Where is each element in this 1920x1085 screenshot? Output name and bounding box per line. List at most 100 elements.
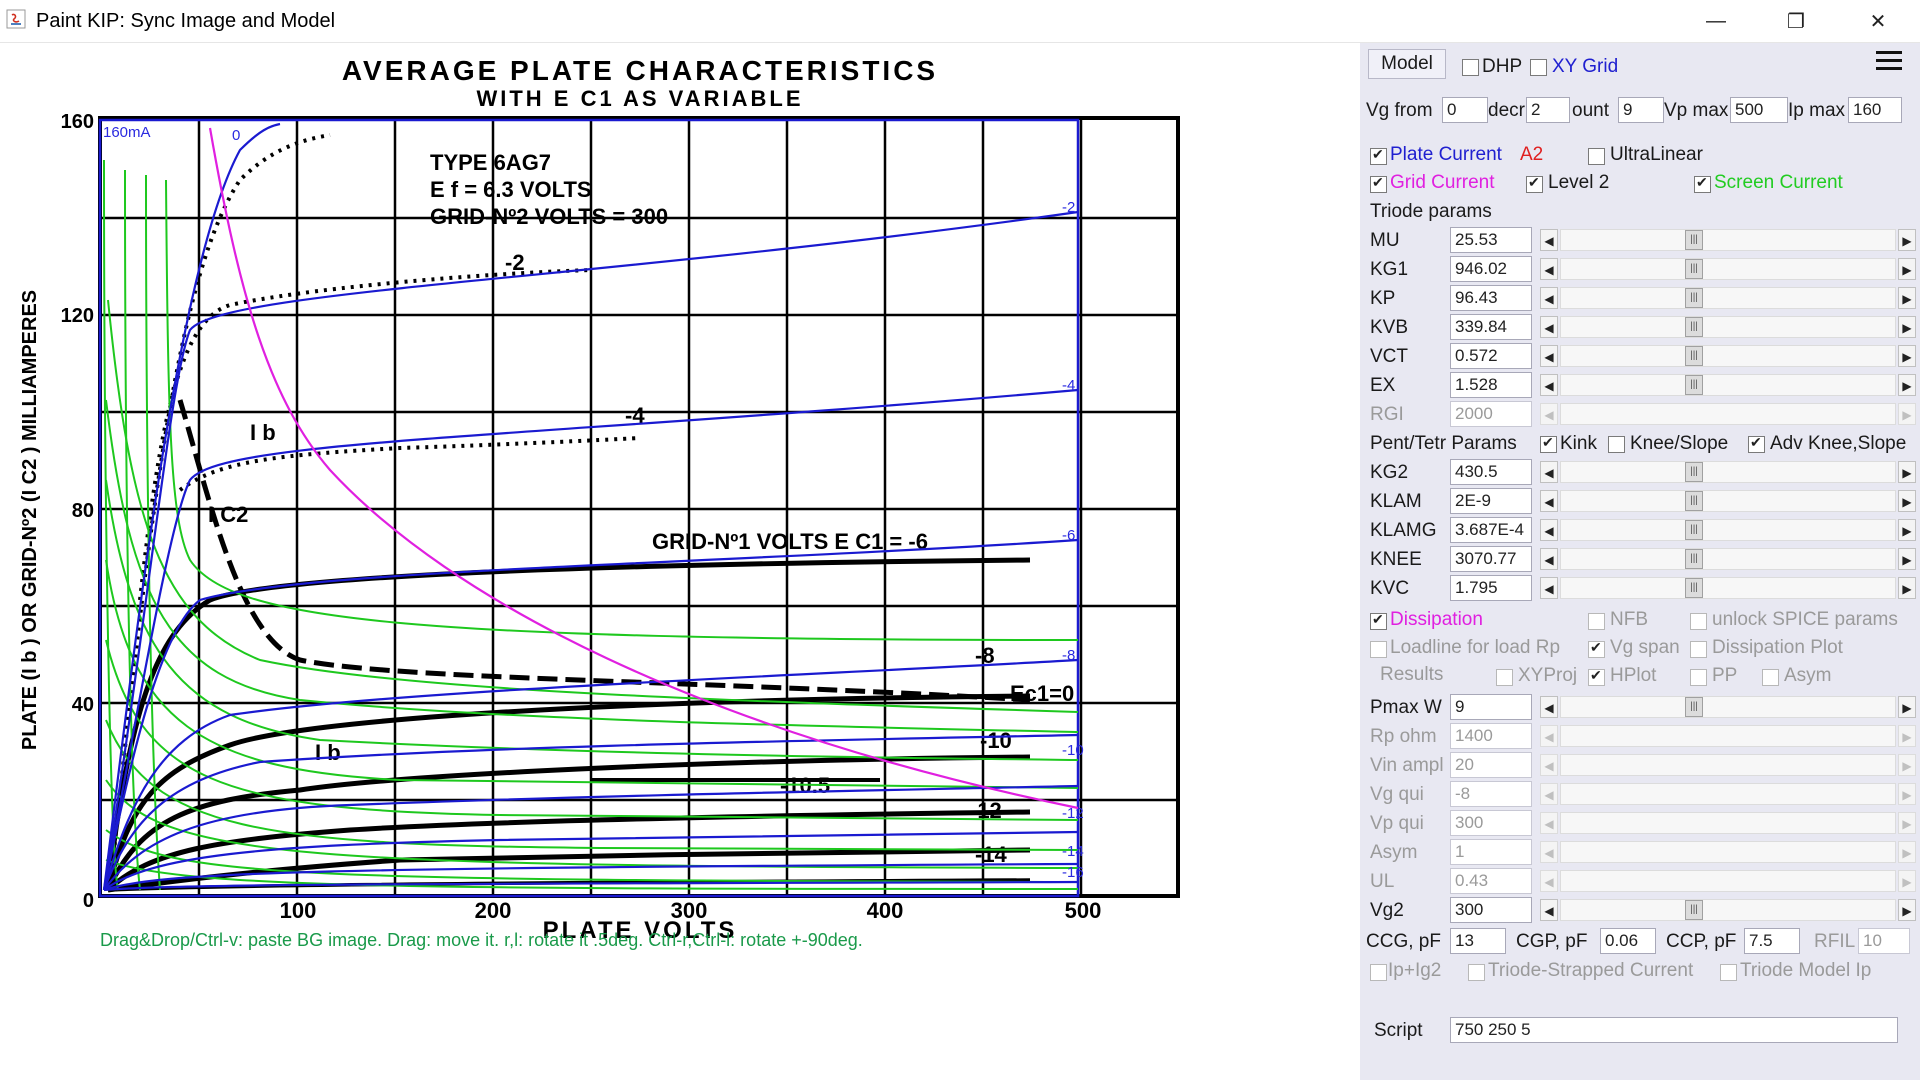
triode-params-heading: Triode params [1370, 201, 1492, 222]
chart-title: AVERAGE PLATE CHARACTERISTICS [342, 55, 938, 86]
cgp-field[interactable]: 0.06 [1600, 928, 1656, 954]
script-field[interactable]: 750 250 5 [1450, 1017, 1898, 1043]
loadline-checkbox[interactable] [1370, 641, 1387, 658]
decr-label: decr [1488, 100, 1525, 121]
plot-canvas[interactable]: AVERAGE PLATE CHARACTERISTICS WITH E C1 … [0, 43, 1360, 1080]
xy-grid-checkbox[interactable] [1530, 59, 1547, 76]
close-button[interactable]: ✕ [1838, 0, 1918, 42]
ex-slider[interactable]: ◀ ||| ▶ [1540, 373, 1916, 397]
asym-checkbox[interactable] [1762, 669, 1779, 686]
chart-subtitle: WITH E C1 AS VARIABLE [476, 86, 803, 111]
knee-slider[interactable]: ◀ ||| ▶ [1540, 547, 1916, 571]
level2-checkbox[interactable] [1526, 174, 1543, 193]
decr-field[interactable]: 2 [1526, 97, 1570, 123]
adv-knee-checkbox[interactable] [1748, 434, 1765, 453]
ip-max-field[interactable]: 160 [1848, 97, 1902, 123]
vg2-field[interactable]: 300 [1450, 897, 1532, 923]
plate-current-checkbox[interactable] [1370, 146, 1387, 165]
pp-label: PP [1712, 665, 1738, 686]
y-tick-label: 40 [72, 694, 94, 716]
restore-button[interactable]: ❐ [1756, 0, 1836, 42]
param-label: KNEE [1370, 549, 1422, 570]
dissipation-label: Dissipation [1390, 609, 1483, 630]
curve-label: Ec1=0 [1010, 681, 1074, 706]
vct-slider[interactable]: ◀ ||| ▶ [1540, 344, 1916, 368]
xy-grid-label: XY Grid [1552, 56, 1619, 77]
pmax-field[interactable]: 9 [1450, 694, 1532, 720]
klamg-slider[interactable]: ◀ ||| ▶ [1540, 518, 1916, 542]
dissipation-checkbox[interactable] [1370, 611, 1387, 630]
grid-current-checkbox[interactable] [1370, 174, 1387, 193]
rp-ohm-slider: ◀ ▶ [1540, 724, 1916, 748]
dissipation-plot-label: Dissipation Plot [1712, 637, 1843, 658]
rgi-slider: ◀ ▶ [1540, 402, 1916, 426]
param-label: KLAM [1370, 491, 1422, 512]
asym-label: Asym [1784, 665, 1832, 686]
mu-slider[interactable]: ◀ ||| ▶ [1540, 228, 1916, 252]
dhp-checkbox[interactable] [1462, 59, 1479, 76]
screen-current-checkbox[interactable] [1694, 174, 1711, 193]
kg1-slider[interactable]: ◀ ||| ▶ [1540, 257, 1916, 281]
param-label: UL [1370, 871, 1395, 892]
vp-max-field[interactable]: 500 [1730, 97, 1788, 123]
param-label: KLAMG [1370, 520, 1437, 541]
screen-current-label: Screen Current [1714, 172, 1843, 193]
kink-checkbox[interactable] [1540, 434, 1557, 453]
pp-checkbox[interactable] [1690, 669, 1707, 686]
kg2-slider[interactable]: ◀ ||| ▶ [1540, 460, 1916, 484]
minimize-icon: — [1706, 9, 1726, 32]
kvc-field[interactable]: 1.795 [1450, 575, 1532, 601]
hplot-checkbox[interactable] [1588, 667, 1605, 686]
triode-strapped-label: Triode-Strapped Current [1488, 960, 1694, 981]
vct-field[interactable]: 0.572 [1450, 343, 1532, 369]
hamburger-menu-icon[interactable] [1876, 51, 1902, 73]
ex-field[interactable]: 1.528 [1450, 372, 1532, 398]
vg2-slider[interactable]: ◀ ||| ▶ [1540, 898, 1916, 922]
vg-from-field[interactable]: 0 [1442, 97, 1488, 123]
nfb-checkbox[interactable] [1588, 613, 1605, 630]
klam-field[interactable]: 2E-9 [1450, 488, 1532, 514]
y-axis-label: PLATE (I b ) OR GRID-Nº2 (I C2 ) MILLIAM… [19, 290, 41, 750]
model-button[interactable]: Model [1368, 49, 1446, 79]
loadline-label: Loadline for load Rp [1390, 637, 1561, 658]
plate-characteristics-plot[interactable]: AVERAGE PLATE CHARACTERISTICS WITH E C1 … [0, 43, 1360, 1080]
cgp-label: CGP, pF [1516, 931, 1588, 952]
triode-model-ip-checkbox[interactable] [1720, 964, 1737, 981]
klam-slider[interactable]: ◀ ||| ▶ [1540, 489, 1916, 513]
kg2-field[interactable]: 430.5 [1450, 459, 1532, 485]
grid-current-label: Grid Current [1390, 172, 1495, 193]
param-label: Vg qui [1370, 784, 1424, 805]
kink-label: Kink [1560, 433, 1597, 454]
model-curve-label: -2 [1062, 199, 1075, 216]
model-curve-label: 0 [232, 127, 240, 144]
kvc-slider[interactable]: ◀ ||| ▶ [1540, 576, 1916, 600]
kvb-field[interactable]: 339.84 [1450, 314, 1532, 340]
param-label: Asym [1370, 842, 1418, 863]
vg-span-checkbox[interactable] [1588, 639, 1605, 658]
vp-qui-field: 300 [1450, 810, 1532, 836]
kvb-slider[interactable]: ◀ ||| ▶ [1540, 315, 1916, 339]
vg-qui-slider: ◀ ▶ [1540, 782, 1916, 806]
kg1-field[interactable]: 946.02 [1450, 256, 1532, 282]
dissipation-plot-checkbox[interactable] [1690, 641, 1707, 658]
count-field[interactable]: 9 [1618, 97, 1664, 123]
unlock-spice-checkbox[interactable] [1690, 613, 1707, 630]
klamg-field[interactable]: 3.687E-4 [1450, 517, 1532, 543]
mu-field[interactable]: 25.53 [1450, 227, 1532, 253]
pmax-slider[interactable]: ◀ ||| ▶ [1540, 695, 1916, 719]
adv-knee-label: Adv Knee,Slope [1770, 433, 1907, 454]
kp-slider[interactable]: ◀ ||| ▶ [1540, 286, 1916, 310]
kp-field[interactable]: 96.43 [1450, 285, 1532, 311]
ccp-field[interactable]: 7.5 [1744, 928, 1800, 954]
ip-ig2-checkbox[interactable] [1370, 964, 1387, 981]
triode-strapped-checkbox[interactable] [1468, 964, 1485, 981]
ccg-field[interactable]: 13 [1450, 928, 1506, 954]
ultralinear-checkbox[interactable] [1588, 148, 1605, 165]
knee-slope-checkbox[interactable] [1608, 436, 1625, 453]
vp-qui-slider: ◀ ▶ [1540, 811, 1916, 835]
ic2-label: I C2 [208, 502, 248, 527]
tube-type-label: TYPE 6AG7 [430, 150, 551, 175]
knee-field[interactable]: 3070.77 [1450, 546, 1532, 572]
minimize-button[interactable]: — [1676, 0, 1756, 42]
xyproj-checkbox[interactable] [1496, 669, 1513, 686]
